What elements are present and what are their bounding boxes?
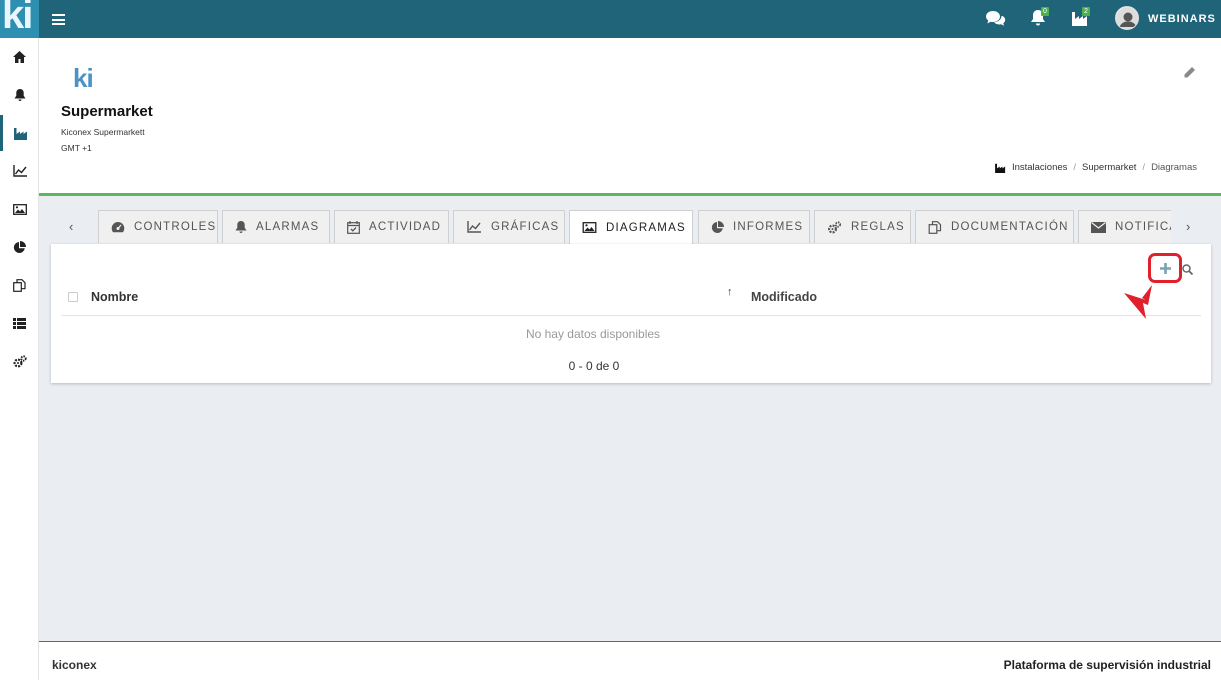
- tab-informes[interactable]: INFORMES: [698, 210, 810, 243]
- tab-diagramas[interactable]: DIAGRAMAS: [569, 210, 693, 244]
- sidebar-item-charts[interactable]: [0, 153, 39, 189]
- plus-icon: [1159, 262, 1171, 274]
- breadcrumb: Instalaciones / Supermarket / Diagramas: [995, 162, 1197, 173]
- installations-count-badge: 2: [1082, 7, 1090, 16]
- column-header-modificado[interactable]: Modificado: [751, 290, 817, 304]
- gears-icon: [12, 354, 27, 368]
- breadcrumb-installations[interactable]: Instalaciones: [1012, 162, 1067, 173]
- sidebar-item-home[interactable]: [0, 39, 39, 75]
- select-all-checkbox[interactable]: [68, 292, 78, 302]
- tab-controles[interactable]: CONTROLES: [98, 210, 218, 243]
- line-chart-icon: [467, 221, 481, 233]
- menu-toggle-icon[interactable]: [52, 14, 65, 25]
- user-avatar[interactable]: [1115, 6, 1139, 30]
- tabs-next-arrow[interactable]: ›: [1186, 219, 1190, 234]
- dashboard-icon: [111, 222, 125, 233]
- empty-state-text: No hay datos disponibles: [525, 327, 661, 341]
- diagrams-table-card: Nombre ↑ Modificado No hay datos disponi…: [51, 244, 1211, 383]
- installation-timezone: GMT +1: [61, 143, 92, 153]
- calendar-check-icon: [347, 220, 360, 234]
- tab-notificaciones[interactable]: NOTIFICACIONES: [1078, 210, 1171, 243]
- edit-pencil-icon[interactable]: [1183, 66, 1196, 84]
- sidebar-item-rules[interactable]: [0, 343, 39, 379]
- add-diagram-button[interactable]: [1148, 253, 1182, 283]
- sidebar-item-reports[interactable]: [0, 229, 39, 265]
- page-title: Supermarket: [61, 103, 153, 120]
- breadcrumb-diagrams: Diagramas: [1151, 162, 1197, 173]
- gears-icon: [827, 220, 842, 234]
- column-header-nombre[interactable]: Nombre: [91, 290, 138, 304]
- envelope-icon: [1091, 221, 1106, 233]
- copy-icon: [928, 220, 942, 234]
- line-chart-icon: [12, 165, 27, 177]
- installations-factory-icon[interactable]: 2: [1071, 7, 1093, 29]
- pie-chart-icon: [711, 220, 724, 233]
- tab-alarmas[interactable]: ALARMAS: [222, 210, 330, 243]
- tab-graficas[interactable]: GRÁFICAS: [453, 210, 565, 243]
- pie-chart-icon: [13, 240, 26, 253]
- sidebar-item-diagrams[interactable]: [0, 191, 39, 227]
- pagination-info: 0 - 0 de 0: [568, 359, 620, 373]
- breadcrumb-supermarket[interactable]: Supermarket: [1082, 162, 1136, 173]
- sidebar-item-documents[interactable]: [0, 267, 39, 303]
- tab-strip: CONTROLES ALARMAS ACTIVIDAD GRÁFICAS DIA…: [98, 205, 1171, 245]
- table-header-divider: [61, 315, 1201, 316]
- tab-actividad[interactable]: ACTIVIDAD: [334, 210, 449, 243]
- list-icon: [13, 317, 26, 329]
- bell-icon: [14, 88, 25, 101]
- sort-arrow-icon[interactable]: ↑: [727, 286, 733, 298]
- top-bar: ki 0 2 WEBINARS: [0, 0, 1221, 38]
- footer: kiconex Plataforma de supervisión indust…: [39, 641, 1221, 680]
- installation-subtitle: Kiconex Supermarkett: [61, 127, 145, 137]
- sidebar-item-installations[interactable]: [0, 115, 39, 151]
- user-menu-label[interactable]: WEBINARS: [1148, 13, 1216, 25]
- footer-tagline: Plataforma de supervisión industrial: [1003, 658, 1211, 672]
- bell-icon: [235, 220, 247, 233]
- logo-text: ki: [2, 0, 33, 37]
- app-logo[interactable]: ki: [0, 0, 39, 38]
- tab-reglas[interactable]: REGLAS: [814, 210, 911, 243]
- tabs-prev-arrow[interactable]: ‹: [69, 219, 73, 234]
- search-icon[interactable]: [1182, 262, 1194, 280]
- installation-header: ki Supermarket Kiconex Supermarkett GMT …: [39, 38, 1221, 196]
- sidebar: [0, 38, 39, 680]
- tab-documentacion[interactable]: DOCUMENTACIÓN: [915, 210, 1074, 243]
- home-icon: [13, 51, 26, 63]
- factory-icon: [14, 127, 27, 140]
- image-icon: [582, 222, 597, 233]
- image-icon: [12, 203, 27, 215]
- annotation-arrow-icon: [1124, 285, 1154, 324]
- sidebar-item-list[interactable]: [0, 305, 39, 341]
- sidebar-item-alarms[interactable]: [0, 77, 39, 113]
- copy-icon: [13, 278, 26, 292]
- chat-icon[interactable]: [985, 9, 1007, 29]
- notifications-count-badge: 0: [1041, 7, 1049, 16]
- footer-brand: kiconex: [52, 658, 97, 672]
- installation-logo: ki: [73, 63, 94, 93]
- notifications-bell-icon[interactable]: 0: [1030, 7, 1052, 29]
- factory-icon: [995, 163, 1006, 173]
